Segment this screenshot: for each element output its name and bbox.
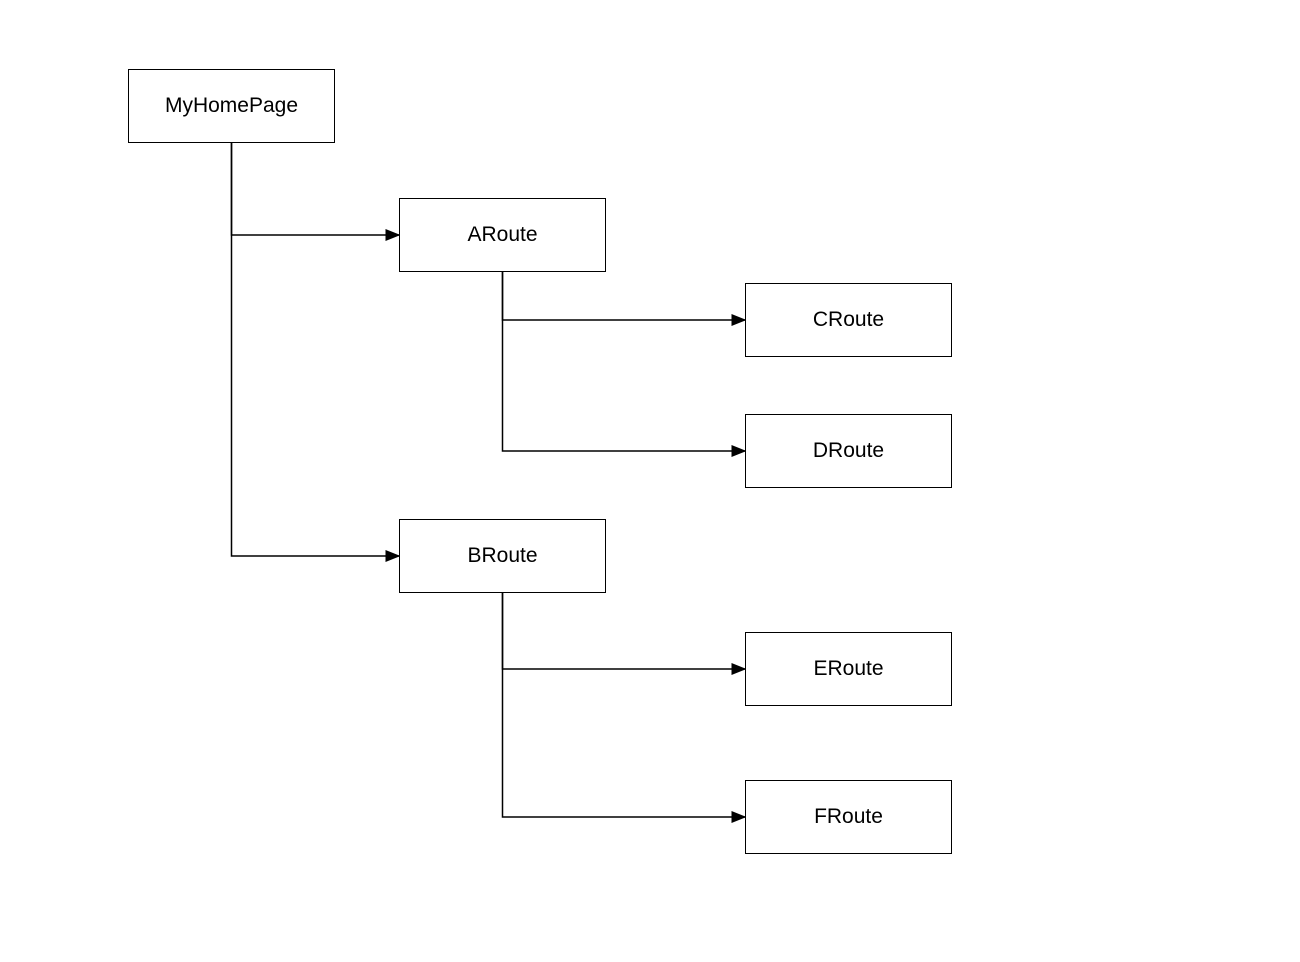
node-f: FRoute	[745, 780, 952, 854]
edge-root-b	[232, 143, 400, 556]
node-e-label: ERoute	[813, 657, 883, 681]
edge-root-a	[232, 143, 400, 235]
node-c-label: CRoute	[813, 308, 884, 332]
edge-b-e	[503, 593, 746, 669]
node-b-label: BRoute	[467, 544, 537, 568]
edge-b-f	[503, 593, 746, 817]
node-root-label: MyHomePage	[165, 94, 298, 118]
edge-a-d	[503, 272, 746, 451]
diagram-connectors	[0, 0, 1300, 962]
node-e: ERoute	[745, 632, 952, 706]
node-f-label: FRoute	[814, 805, 883, 829]
node-a-label: ARoute	[467, 223, 537, 247]
node-root: MyHomePage	[128, 69, 335, 143]
edge-a-c	[503, 272, 746, 320]
node-d: DRoute	[745, 414, 952, 488]
node-b: BRoute	[399, 519, 606, 593]
node-c: CRoute	[745, 283, 952, 357]
node-a: ARoute	[399, 198, 606, 272]
node-d-label: DRoute	[813, 439, 884, 463]
